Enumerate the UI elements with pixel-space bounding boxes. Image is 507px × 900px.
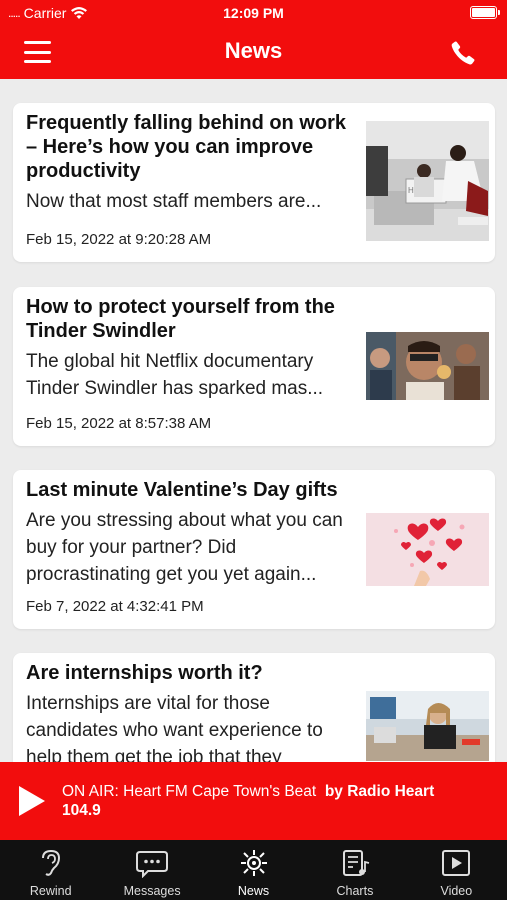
tab-label: Rewind — [29, 884, 72, 898]
news-summary: The global hit Netflix documentary Tinde… — [26, 351, 324, 399]
news-headline: How to protect yourself from the Tinder … — [26, 296, 335, 342]
news-headline: Frequently falling behind on work – Here… — [26, 112, 347, 182]
news-thumbnail-office: HELP — [366, 121, 489, 241]
chat-bubble-icon — [136, 851, 169, 878]
status-time: 12:09 PM — [223, 5, 284, 21]
tab-label: Charts — [336, 884, 374, 898]
news-headline: Last minute Valentine’s Day gifts — [26, 479, 338, 501]
video-play-icon — [442, 850, 471, 876]
tab-label: News — [237, 884, 270, 898]
news-card[interactable]: Frequently falling behind on work – Here… — [13, 103, 495, 262]
news-card[interactable]: How to protect yourself from the Tinder … — [13, 287, 495, 446]
on-air-label: ON AIR: Heart FM Cape Town's Beat — [62, 783, 317, 800]
battery-icon — [470, 6, 500, 19]
tab-bar: Rewind Messages News Charts Video — [0, 840, 507, 900]
tab-label: Messages — [123, 884, 181, 898]
news-headline: Are internships worth it? — [26, 662, 263, 684]
news-date: Feb 7, 2022 at 4:32:41 PM — [26, 598, 204, 615]
news-date: Feb 15, 2022 at 8:57:38 AM — [26, 415, 212, 432]
news-date: Feb 15, 2022 at 9:20:28 AM — [26, 231, 212, 248]
news-satellite-icon — [240, 850, 267, 876]
news-thumbnail-intern — [366, 691, 489, 761]
news-summary: Internships are vital for those candidat… — [26, 693, 323, 762]
play-icon[interactable] — [19, 786, 45, 816]
tab-video[interactable]: Video — [406, 840, 507, 900]
tab-news[interactable]: News — [203, 840, 304, 900]
tab-charts[interactable]: Charts — [304, 840, 405, 900]
tab-messages[interactable]: Messages — [101, 840, 202, 900]
now-playing-bar[interactable]: ON AIR: Heart FM Cape Town's Beat by Rad… — [0, 762, 507, 840]
ear-icon — [41, 849, 60, 876]
status-bar: ..... Carrier 12:09 PM — [0, 0, 507, 26]
news-thumbnail-tinder-swindler — [366, 332, 489, 400]
tab-rewind[interactable]: Rewind — [0, 840, 101, 900]
news-card[interactable]: Last minute Valentine’s Day gifts Are yo… — [13, 470, 495, 629]
page-title: News — [224, 38, 283, 63]
news-card[interactable]: Are internships worth it? Internships ar… — [13, 653, 495, 762]
news-summary: Now that most staff members are... — [26, 191, 322, 212]
news-thumbnail-hearts — [366, 513, 489, 586]
charts-music-icon — [342, 850, 370, 876]
phone-icon[interactable] — [449, 39, 477, 67]
nav-bar: News — [0, 26, 507, 79]
tab-label: Video — [440, 884, 473, 898]
news-summary: Are you stressing about what you can buy… — [26, 510, 343, 585]
now-playing-info: ON AIR: Heart FM Cape Town's Beat by Rad… — [62, 782, 462, 820]
news-feed[interactable]: Frequently falling behind on work – Here… — [0, 79, 507, 762]
